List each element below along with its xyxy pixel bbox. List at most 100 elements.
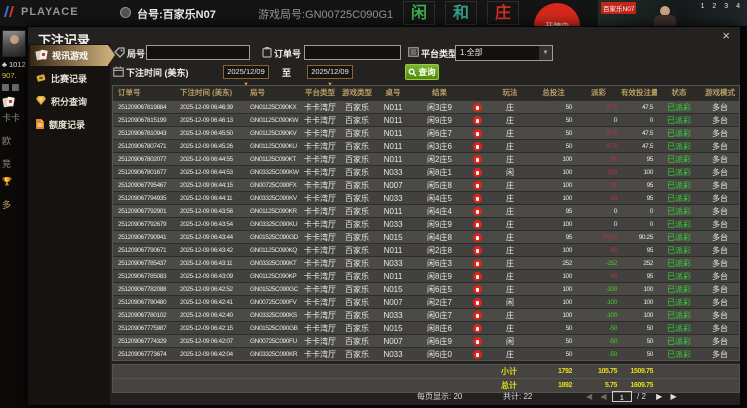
result-detail-icon[interactable] <box>466 257 489 269</box>
cell-round-no: GN00725C090FV <box>250 299 297 306</box>
prev-page-button[interactable]: ◀ <box>600 392 606 401</box>
result-detail-icon[interactable] <box>466 205 489 217</box>
result-detail-icon[interactable] <box>466 270 489 282</box>
next-page-button[interactable]: ▶ <box>656 392 662 401</box>
cell-bet-time: 2025-12-09 06:43:54 <box>180 221 233 228</box>
result-detail-icon[interactable] <box>466 179 489 191</box>
cell-total-bet: 100 <box>562 247 572 254</box>
cell-play: 庄 <box>506 103 514 112</box>
cell-platform: 卡卡湾厅 <box>304 142 336 151</box>
logo-icon <box>4 6 14 17</box>
date-from-picker[interactable]: 2025/12/09 ▼ <box>223 65 269 88</box>
result-detail-icon[interactable] <box>466 244 489 256</box>
cell-game-type: 百家乐 <box>345 168 369 177</box>
background-sidebar: ♣ 1012 907. 卡卡 欧 竞 🏆 多 <box>0 26 28 408</box>
modal-sidebar: 视讯游戏 比赛记录 积分查询 额度记录 <box>28 44 115 405</box>
cell-total-bet: 95 <box>565 208 573 215</box>
cell-payout: 95 <box>610 182 618 189</box>
order-number-input[interactable] <box>304 45 401 60</box>
result-detail-icon[interactable] <box>466 140 489 152</box>
result-detail-icon[interactable] <box>466 192 489 204</box>
page-number-input[interactable]: 1 <box>611 391 632 403</box>
cell-order-no: 251209067810943 <box>118 130 167 137</box>
result-detail-icon[interactable] <box>466 166 489 178</box>
platform-type-select[interactable]: 1.全部 ▼ <box>455 45 553 61</box>
result-detail-icon[interactable] <box>466 322 489 334</box>
cell-round-no: GN00725C090FU <box>250 338 297 345</box>
result-detail-icon[interactable] <box>466 114 489 126</box>
result-detail-icon[interactable] <box>466 283 489 295</box>
seat-numbers: 1 2 3 4 <box>700 3 743 10</box>
round-filter-label: 局号 <box>127 49 146 59</box>
cell-valid-bet: 95 <box>646 195 654 202</box>
cell-valid-bet: 50 <box>646 338 654 345</box>
sidebar-item-2[interactable]: 比赛记录 <box>30 68 108 89</box>
result-detail-icon[interactable] <box>466 153 489 165</box>
table-row: 251209067801677 2025-12-09 06:44:53 GN0332… <box>113 165 739 178</box>
cell-play: 闲 <box>506 168 514 177</box>
cell-total-bet: 50 <box>565 325 573 332</box>
opening-cards-badge: 开牌中 <box>534 3 580 26</box>
table-header-row: 订单号 下注时间 (美东) 局号 平台类型 游戏类型 桌号 结果 玩法 总投注 派彩 有效投注量 状态… <box>113 86 739 100</box>
cell-valid-bet: 0 <box>649 208 654 215</box>
close-icon[interactable]: × <box>722 29 730 43</box>
sidebar-item-3[interactable]: 积分查询 <box>30 91 108 112</box>
last-page-button[interactable]: ▶ <box>671 392 677 401</box>
cell-bet-time: 2025-12-09 06:42:41 <box>180 299 233 306</box>
list-icon <box>408 47 419 57</box>
column-header: 总投注 <box>542 88 565 97</box>
cell-result: 闲3庄6 <box>427 142 452 151</box>
cell-payout: -50 <box>608 338 618 345</box>
sidebar-item-4[interactable]: 额度记录 <box>30 114 108 135</box>
cell-game-type: 百家乐 <box>345 194 369 203</box>
cell-round-no: GN01125C090KR <box>250 208 297 215</box>
first-page-button[interactable]: ◀ <box>586 392 592 401</box>
cell-total-bet: 95 <box>565 234 573 241</box>
cell-status: 已派彩 <box>667 207 691 216</box>
column-header: 玩法 <box>502 88 518 97</box>
cell-play: 庄 <box>506 116 514 125</box>
result-detail-icon[interactable] <box>466 309 489 321</box>
date-to-picker[interactable]: 2025/12/09 ▼ <box>307 65 353 88</box>
search-button[interactable]: 查询 <box>405 64 439 80</box>
result-detail-icon[interactable] <box>466 335 489 347</box>
cell-status: 已派彩 <box>667 337 691 346</box>
result-detail-icon[interactable] <box>466 127 489 139</box>
cell-play: 闲 <box>506 298 514 307</box>
result-detail-icon[interactable] <box>466 101 489 113</box>
trophy-icon: 🏆 <box>2 177 12 186</box>
cell-game-type: 百家乐 <box>345 103 369 112</box>
cell-play: 庄 <box>506 272 514 281</box>
banker-bet-glyph: 庄 <box>487 1 519 25</box>
table-row: 251209067782088 2025-12-09 06:42:52 GN0152… <box>113 282 739 295</box>
cell-payout: 95 <box>610 247 618 254</box>
chips-balance: ♣ 1012 <box>2 60 26 69</box>
round-number-input[interactable] <box>146 45 250 60</box>
cell-status: 已派彩 <box>667 142 691 151</box>
cell-table-no: N011 <box>383 142 403 151</box>
cell-result: 闲6庄7 <box>427 129 452 138</box>
result-detail-icon[interactable] <box>466 296 489 308</box>
column-header: 结果 <box>432 88 447 97</box>
cell-round-no: GN01525C090GB <box>250 325 298 332</box>
cell-table-no: N033 <box>383 220 403 229</box>
cell-payout: 0 <box>613 117 618 124</box>
result-detail-icon[interactable] <box>466 218 489 230</box>
table-row: 251209067792679 2025-12-09 06:43:54 GN0332… <box>113 217 739 230</box>
cell-result: 闲6庄5 <box>427 285 452 294</box>
cell-status: 已派彩 <box>667 220 691 229</box>
column-header: 订单号 <box>118 88 141 97</box>
cell-order-no: 251209067780480 <box>118 299 167 306</box>
cell-total-bet: 50 <box>565 117 573 124</box>
cell-total-bet: 100 <box>562 299 572 306</box>
cell-total-bet: 100 <box>562 156 572 163</box>
cell-payout: -50 <box>608 325 618 332</box>
cell-order-no: 251209067795467 <box>118 182 167 189</box>
cell-order-no: 251209067815199 <box>118 117 167 124</box>
cell-game-type: 百家乐 <box>345 311 369 320</box>
sidebar-item-1[interactable]: 视讯游戏 <box>30 45 115 66</box>
cell-platform: 卡卡湾厅 <box>304 324 336 333</box>
result-detail-icon[interactable] <box>466 348 489 360</box>
result-detail-icon[interactable] <box>466 231 489 243</box>
cell-result: 闲2庄7 <box>427 298 452 307</box>
